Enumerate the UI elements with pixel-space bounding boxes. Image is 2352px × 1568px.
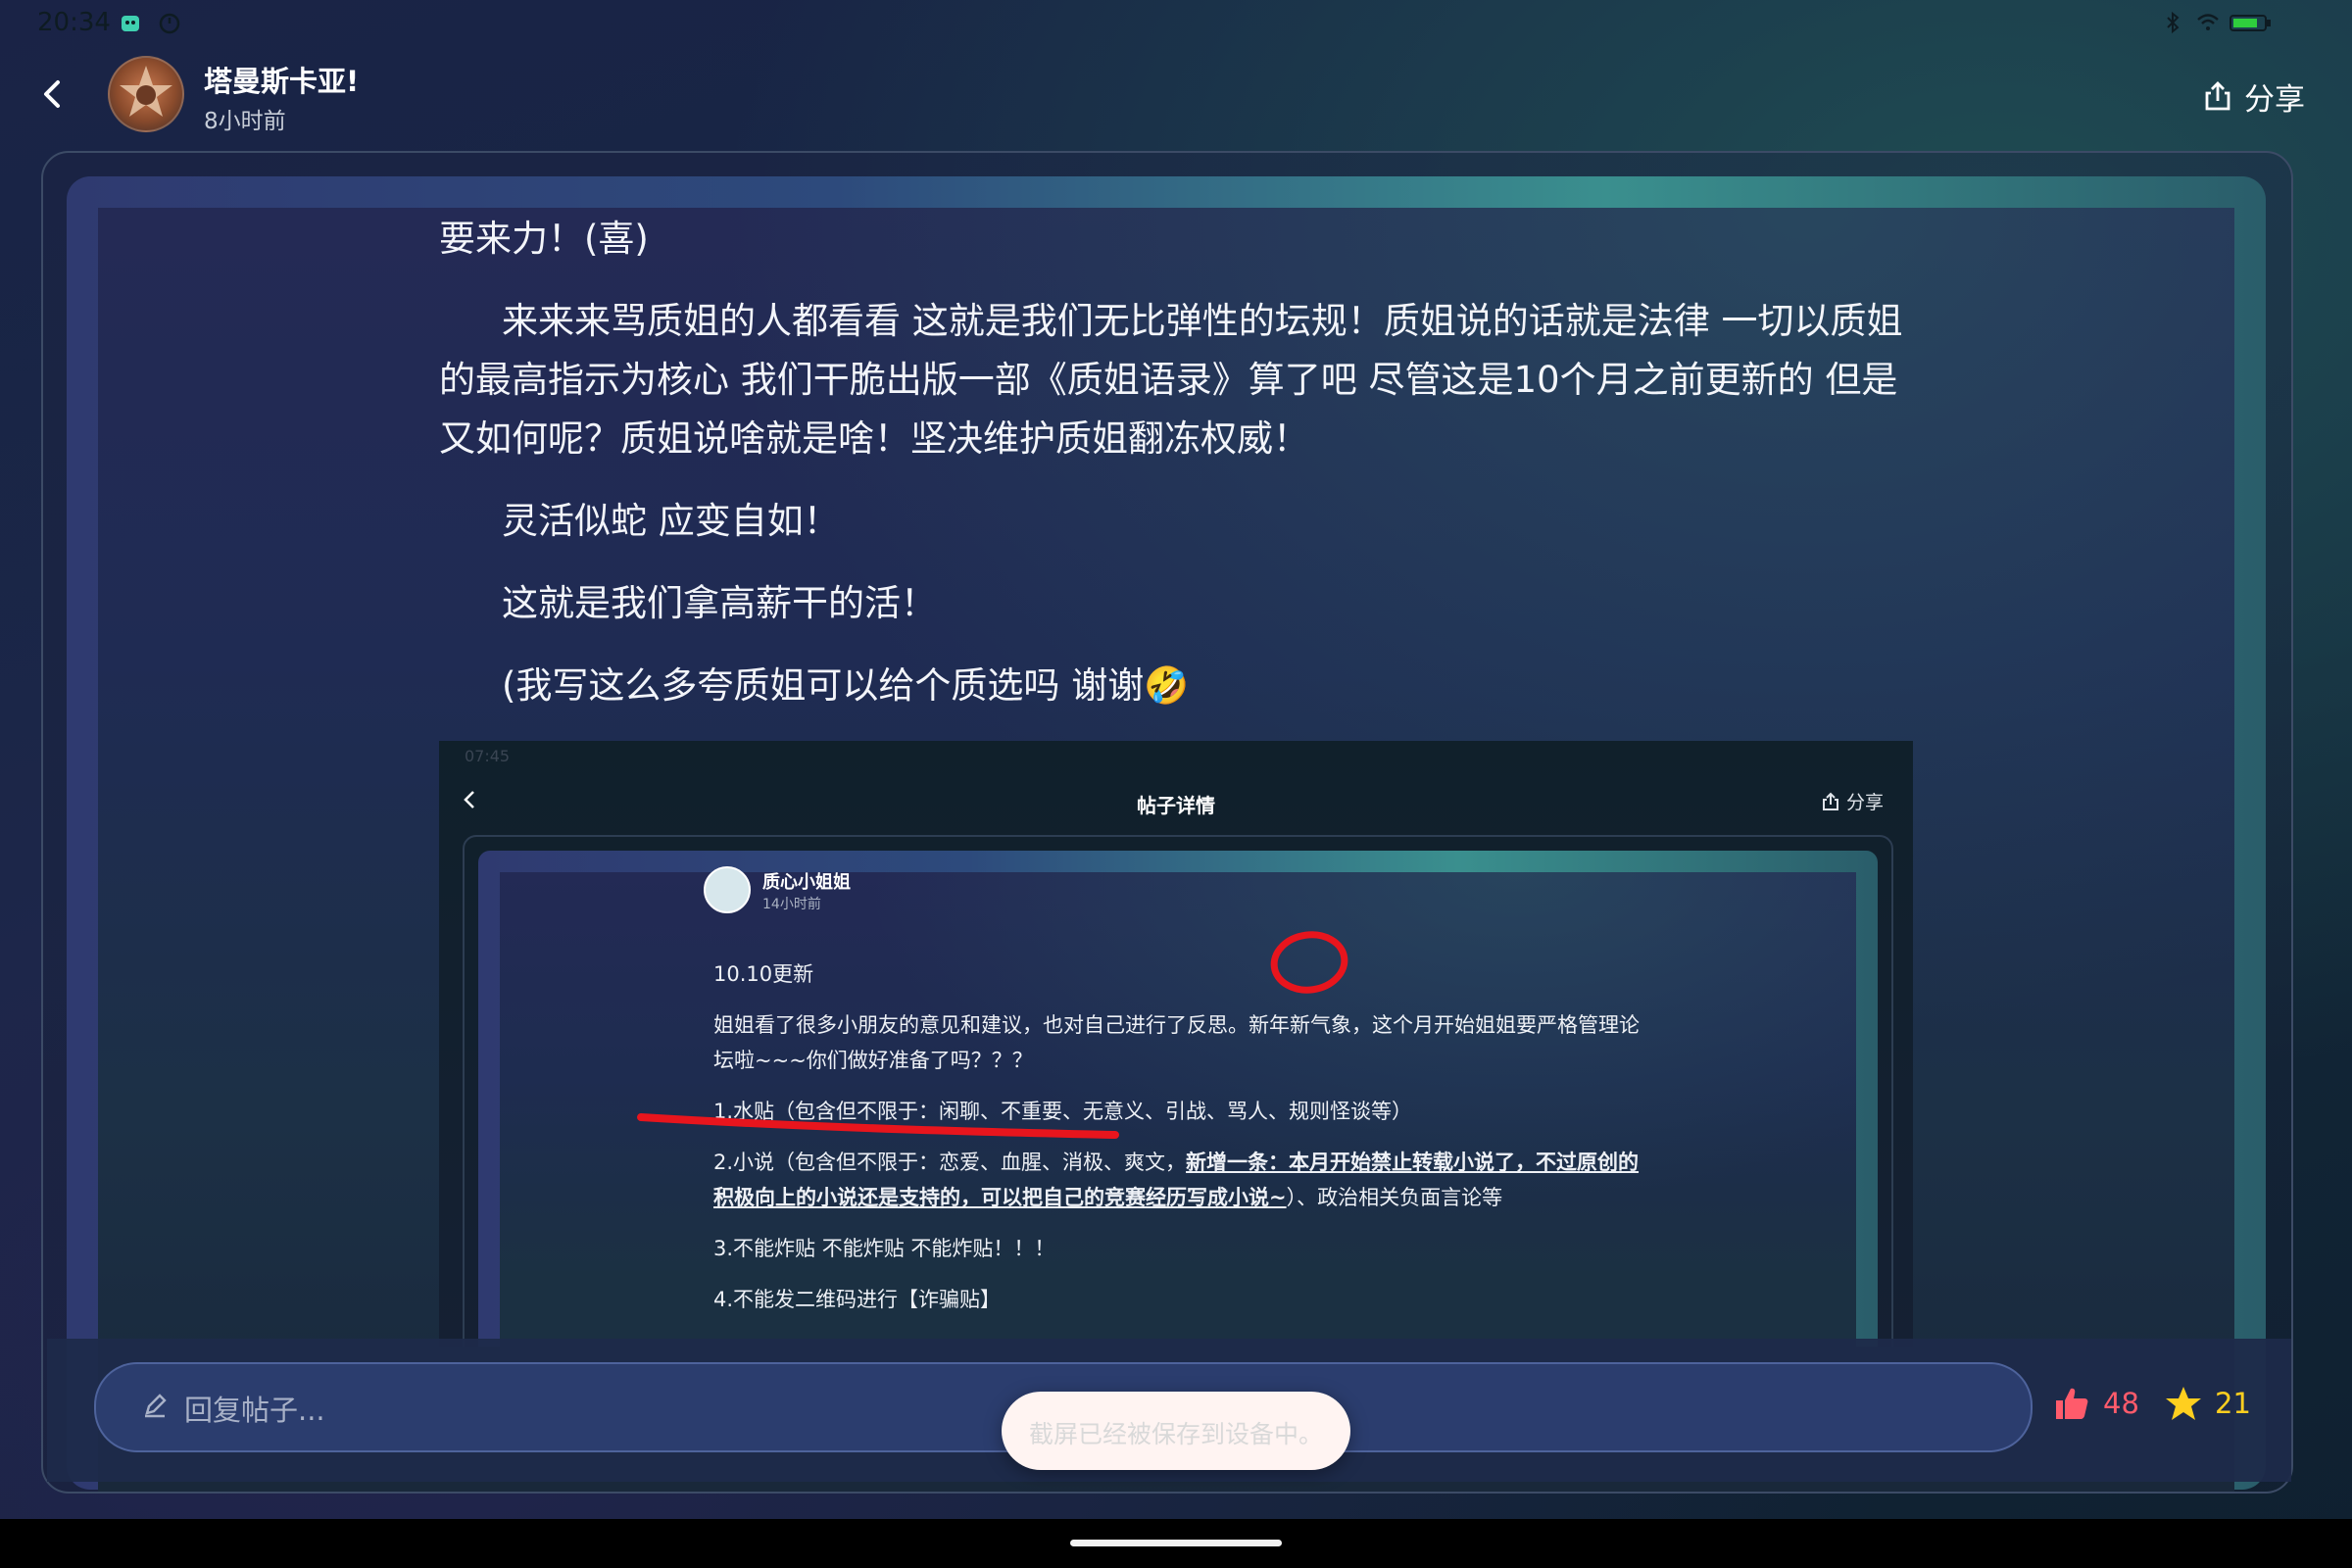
bluetooth-icon <box>2167 11 2180 34</box>
toast-message: 截屏已经被保存到设备中。 <box>1028 1420 1323 1448</box>
post-header: 塔曼斯卡亚! 8小时前 分享 <box>0 47 2352 145</box>
wifi-icon <box>2197 14 2219 30</box>
embedded-timestamp: 14小时前 <box>762 897 821 912</box>
embedded-rule-2: 2.小说（包含但不限于：恋爱、血腥、消极、爽文，新增一条：本月开始禁止转载小说了… <box>713 1145 1654 1215</box>
rule-2-start: 2.小说（包含但不限于：恋爱、血腥、消极、爽文， <box>713 1151 1187 1174</box>
embedded-intro: 姐姐看了很多小朋友的意见和建议，也对自己进行了反思。新年新气象，这个月开始姐姐要… <box>713 1013 1640 1072</box>
post-paragraph: 这就是我们拿高薪干的活！ <box>502 582 937 624</box>
favorite-count: 21 <box>2215 1387 2251 1420</box>
share-label: 分享 <box>2244 81 2305 118</box>
pencil-icon <box>145 1394 167 1418</box>
embedded-share-icon <box>1822 792 1838 810</box>
timer-icon <box>159 13 180 34</box>
embedded-update-line: 10.10更新 <box>713 962 814 986</box>
back-arrow-icon[interactable] <box>33 74 73 114</box>
thumbs-up-icon <box>2056 1388 2088 1419</box>
post-paragraph: 要来力！(喜) <box>439 218 649 260</box>
status-time: 20:34 <box>37 8 111 37</box>
reply-placeholder: 回复帖子... <box>184 1394 325 1427</box>
embedded-rule-3: 3.不能炸贴 不能炸贴 不能炸贴！！！ <box>713 1237 1055 1260</box>
embedded-rule-1: 1.水贴（包含但不限于：闲聊、不重要、无意义、引战、骂人、规则怪谈等） <box>713 1100 1413 1123</box>
embedded-post-text: 10.10更新 姐姐看了很多小朋友的意见和建议，也对自己进行了反思。新年新气象，… <box>713 956 1654 1333</box>
avatar-image-icon <box>120 66 172 117</box>
post-paragraph: (我写这么多夸质姐可以给个质选吗 谢谢🤣 <box>502 664 1190 707</box>
post-paragraph: 灵活似蛇 应变自如！ <box>502 500 840 542</box>
author-avatar[interactable] <box>108 56 184 132</box>
screenshot-saved-toast: 截屏已经被保存到设备中。 <box>1002 1392 1350 1470</box>
share-button[interactable]: 分享 <box>2201 74 2305 118</box>
star-icon <box>2166 1387 2201 1420</box>
share-icon <box>2205 81 2230 111</box>
embedded-share: 分享 <box>1821 788 1884 814</box>
like-count: 48 <box>2103 1387 2139 1420</box>
embedded-screenshot[interactable]: 07:45 帖子详情 分享 质心小姐姐 14小时前 10.10更新 姐姐看了很多… <box>439 741 1913 1347</box>
rule-2-end: ）、政治相关负面言论等 <box>1286 1186 1503 1209</box>
post-paragraph: 来来来骂质姐的人都看看 这就是我们无比弹性的坛规！质姐说的话就是法律 一切以质姐… <box>439 300 1903 460</box>
author-name[interactable]: 塔曼斯卡亚! <box>204 59 359 100</box>
embedded-username: 质心小姐姐 <box>762 872 851 893</box>
post-timestamp: 8小时前 <box>204 109 286 134</box>
embedded-share-label: 分享 <box>1845 792 1884 813</box>
embedded-rule-4: 4.不能发二维码进行【诈骗贴】 <box>713 1288 1002 1311</box>
post-body: 要来力！(喜) 来来来骂质姐的人都看看 这就是我们无比弹性的坛规！质姐说的话就是… <box>439 210 1929 715</box>
home-indicator[interactable] <box>1070 1540 1282 1546</box>
embedded-status-time: 07:45 <box>465 747 511 765</box>
app-notification-icon <box>122 16 139 31</box>
battery-icon <box>2230 15 2271 31</box>
embedded-avatar <box>704 866 751 913</box>
favorite-button[interactable]: 21 <box>2164 1384 2251 1423</box>
like-button[interactable]: 48 <box>2052 1384 2139 1423</box>
status-bar: 20:34 <box>0 0 2352 47</box>
embedded-page-title: 帖子详情 <box>1137 794 1215 817</box>
